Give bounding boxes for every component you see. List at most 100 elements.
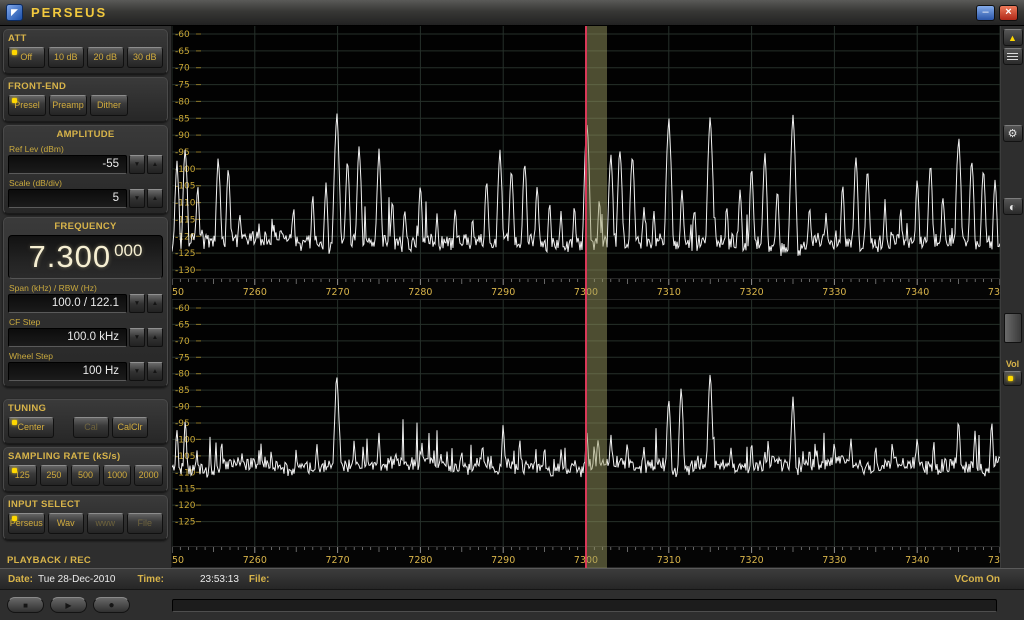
tuning-cal-button[interactable]: Cal (73, 417, 109, 438)
frequency-hz-digits[interactable]: 000 (114, 241, 142, 261)
wheel-step-increment-button[interactable]: ▲ (147, 362, 163, 381)
att-30-db-button[interactable]: 30 dB (127, 47, 164, 68)
scrollbar-thumb[interactable] (1004, 313, 1022, 343)
att-section: ATT Off10 dB20 dB30 dB (3, 29, 168, 74)
tuning-buttons: Center Cal CalClr (8, 417, 163, 438)
sampling-rate-500-button[interactable]: 500 (71, 465, 100, 486)
contrast-button[interactable]: ◐ (1003, 198, 1023, 215)
svg-text:7330: 7330 (822, 287, 846, 298)
horizontal-scrollbar[interactable] (172, 599, 997, 612)
button-label: Dither (97, 100, 121, 110)
svg-text:-60: -60 (175, 304, 190, 314)
app-logo-icon: ◤ (6, 4, 23, 21)
right-toolbar: ▲ ⚙ ◐ Vol (1000, 26, 1024, 568)
sampling-rate-section-label: SAMPLING RATE (kS/s) (8, 451, 163, 462)
button-label: 10 dB (54, 52, 78, 62)
close-button[interactable]: × (999, 5, 1018, 21)
input-select-wav-button[interactable]: Wav (48, 513, 85, 534)
scale-increment-button[interactable]: ▲ (147, 189, 163, 208)
vol-button[interactable] (1003, 371, 1022, 386)
ref-lev-value[interactable]: -55 (8, 155, 127, 174)
span-decrement-button[interactable]: ▼ (129, 294, 145, 313)
record-icon: ● (108, 600, 114, 611)
ref-lev-increment-button[interactable]: ▲ (147, 155, 163, 174)
button-label: Cal (84, 422, 98, 432)
input-select-file-button[interactable]: File (127, 513, 164, 534)
cf-step-increment-button[interactable]: ▲ (147, 328, 163, 347)
scroll-up-button[interactable]: ▲ (1003, 29, 1023, 46)
vcom-status: VCom On (954, 574, 1000, 585)
button-label: 30 dB (133, 52, 157, 62)
tuning-center-button[interactable]: Center (8, 417, 54, 438)
play-button[interactable]: ▶ (50, 597, 87, 613)
main-spectrum-panel[interactable]: -60-65-70-75-80-85-90-95-100-105-110-115… (172, 26, 1000, 278)
att-10-db-button[interactable]: 10 dB (48, 47, 85, 68)
amplitude-section: AMPLITUDE Ref Lev (dBm) -55 ▼ ▲ Scale (d… (3, 125, 168, 214)
logo-glyph: ◤ (11, 7, 18, 18)
svg-text:7300: 7300 (574, 555, 598, 566)
wheel-step-decrement-button[interactable]: ▼ (129, 362, 145, 381)
cf-step-value[interactable]: 100.0 kHz (8, 328, 127, 347)
tuning-calclr-button[interactable]: CalClr (112, 417, 148, 438)
axis-tick-labels: 7250726072707280729073007310732073307340… (172, 555, 1000, 566)
input-select-perseus-button[interactable]: Perseus (8, 513, 45, 534)
input-select-www-button[interactable]: www (87, 513, 124, 534)
led-indicator (12, 98, 17, 103)
scale-decrement-button[interactable]: ▼ (129, 189, 145, 208)
main-spectrum-canvas[interactable]: -60-65-70-75-80-85-90-95-100-105-110-115… (172, 26, 1000, 278)
stop-button[interactable]: ■ (7, 597, 44, 613)
svg-text:-80: -80 (175, 97, 190, 107)
svg-text:-65: -65 (175, 320, 190, 330)
front-end-preamp-button[interactable]: Preamp (49, 95, 87, 116)
scale-value[interactable]: 5 (8, 189, 127, 208)
att-off-button[interactable]: Off (8, 47, 45, 68)
button-label: www (96, 518, 116, 528)
front-end-presel-button[interactable]: Presel (8, 95, 46, 116)
sampling-rate-250-button[interactable]: 250 (40, 465, 69, 486)
settings-button[interactable]: ⚙ (1003, 125, 1023, 142)
ref-lev-decrement-button[interactable]: ▼ (129, 155, 145, 174)
frequency-mhz-digits[interactable]: 7.300 (29, 239, 112, 275)
svg-text:-60: -60 (175, 30, 190, 40)
sampling-rate-125-button[interactable]: 125 (8, 465, 37, 486)
y-axis-labels: -60-65-70-75-80-85-90-95-100-105-110-115… (175, 30, 201, 276)
sampling-rate-1000-button[interactable]: 1000 (103, 465, 132, 486)
frequency-display[interactable]: 7.300 000 (8, 235, 163, 279)
gear-icon: ⚙ (1008, 127, 1018, 140)
minimize-button[interactable]: – (976, 5, 995, 21)
svg-text:7310: 7310 (657, 555, 681, 566)
att-buttons: Off 10 dB 20 dB 30 dB (8, 47, 163, 68)
frequency-axis-canvas: 7250726072707280729073007310732073307340… (172, 279, 1000, 299)
date-label: Date: (8, 574, 33, 585)
time-value: 23:53:13 (200, 574, 239, 585)
cf-step-decrement-button[interactable]: ▼ (129, 328, 145, 347)
svg-text:7310: 7310 (657, 287, 681, 298)
window-controls: – × (976, 5, 1018, 21)
span-rbw-value[interactable]: 100.0 / 122.1 (8, 294, 127, 313)
record-button[interactable]: ● (93, 597, 130, 613)
contrast-icon: ◐ (1009, 200, 1016, 214)
wheel-step-value[interactable]: 100 Hz (8, 362, 127, 381)
svg-text:-115: -115 (175, 485, 195, 495)
arrow-down-icon: ▼ (134, 195, 140, 202)
front-end-dither-button[interactable]: Dither (90, 95, 128, 116)
svg-text:-95: -95 (175, 419, 190, 429)
menu-icon (1007, 53, 1018, 61)
span-increment-button[interactable]: ▲ (147, 294, 163, 313)
title-bar[interactable]: ◤ PERSEUS – × (0, 0, 1024, 26)
svg-text:7250: 7250 (172, 555, 184, 566)
secondary-spectrum-panel[interactable]: -60-65-70-75-80-85-90-95-100-105-110-115… (172, 300, 1000, 546)
button-label: 500 (78, 470, 93, 480)
secondary-spectrum-canvas[interactable]: -60-65-70-75-80-85-90-95-100-105-110-115… (172, 300, 1000, 546)
input-select-section: INPUT SELECT PerseusWavwwwFile (3, 495, 168, 540)
button-label: Off (20, 52, 32, 62)
input-select-buttons: PerseusWav www File (8, 513, 163, 534)
att-20-db-button[interactable]: 20 dB (87, 47, 124, 68)
svg-text:-130: -130 (175, 266, 196, 276)
arrow-down-icon: ▼ (134, 334, 140, 341)
grid-lines (172, 300, 1000, 546)
menu-button[interactable] (1003, 48, 1023, 65)
perseus-window: ◤ PERSEUS – × ATT Off10 dB20 dB30 dB FRO… (0, 0, 1024, 620)
sampling-rate-2000-button[interactable]: 2000 (134, 465, 163, 486)
svg-text:-65: -65 (175, 47, 190, 57)
